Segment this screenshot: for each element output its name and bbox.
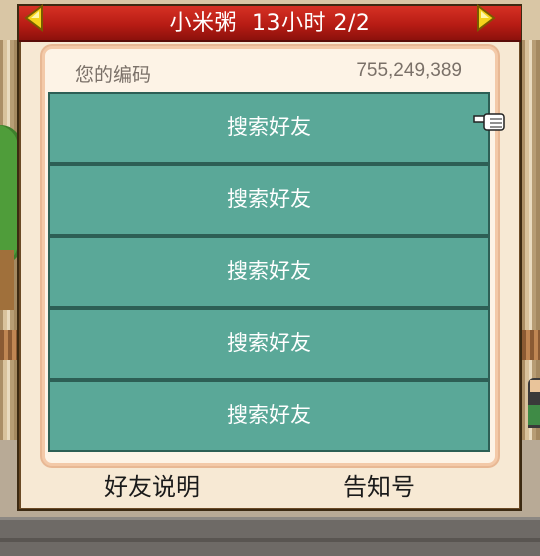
- friend-explanation-button[interactable]: 好友说明: [104, 470, 200, 504]
- search-friend-slot-1[interactable]: 搜索好友: [48, 92, 490, 164]
- notice-number-button[interactable]: 告知号: [343, 470, 415, 504]
- arrow-left-icon: [24, 4, 43, 32]
- search-friend-slot-4[interactable]: 搜索好友: [48, 308, 490, 380]
- villager-face: [530, 380, 540, 392]
- search-friend-slot-2[interactable]: 搜索好友: [48, 164, 490, 236]
- your-code-label: 您的编码: [75, 64, 152, 86]
- arrow-right-icon: [477, 4, 496, 32]
- search-friend-slot-3[interactable]: 搜索好友: [48, 236, 490, 308]
- road-line: [0, 538, 540, 542]
- left-fence: [0, 330, 18, 360]
- right-fence: [522, 330, 540, 360]
- villager-shirt: [528, 405, 540, 425]
- hand-pointer-icon: [473, 113, 505, 131]
- your-code-value: 755,249,389: [356, 60, 462, 81]
- next-page-button[interactable]: [470, 4, 500, 32]
- dialog-title-bar: 小米粥 13小时 2/2: [19, 6, 521, 42]
- tree-trunk: [0, 250, 14, 310]
- search-friend-slot-5[interactable]: 搜索好友: [48, 380, 490, 452]
- prev-page-button[interactable]: [20, 4, 50, 32]
- dialog-title: 小米粥 13小时 2/2: [169, 11, 371, 36]
- road: [0, 517, 540, 556]
